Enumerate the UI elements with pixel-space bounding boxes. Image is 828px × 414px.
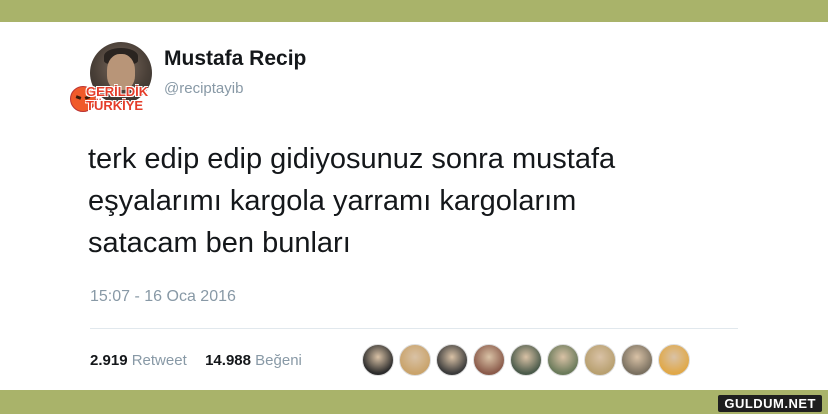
tweet-card: GERİLDİK TÜRKİYE Mustafa Recip @reciptay… <box>0 22 828 390</box>
divider <box>90 328 738 329</box>
tweet-text: terk edip edip gidiyosunuz sonra mustafa… <box>88 138 788 264</box>
liker-avatar[interactable] <box>473 344 505 376</box>
liker-avatar[interactable] <box>436 344 468 376</box>
geridik-turkiye-logo: GERİLDİK TÜRKİYE <box>70 82 170 118</box>
liker-avatar[interactable] <box>510 344 542 376</box>
user-handle[interactable]: @reciptayib <box>164 80 243 97</box>
liker-avatar[interactable] <box>399 344 431 376</box>
retweet-label[interactable]: Retweet <box>132 352 187 369</box>
tweet-line: terk edip edip gidiyosunuz sonra mustafa <box>88 143 616 175</box>
like-label[interactable]: Beğeni <box>255 352 302 369</box>
liker-avatar[interactable] <box>584 344 616 376</box>
logo-line1: GERİLDİK <box>86 84 149 99</box>
liker-avatar[interactable] <box>658 344 690 376</box>
liker-avatar[interactable] <box>362 344 394 376</box>
tweet-stats: 2.919 Retweet 14.988 Beğeni <box>90 352 302 369</box>
tweet-timestamp[interactable]: 15:07 - 16 Oca 2016 <box>90 288 236 306</box>
tweet-line: satacam ben bunları <box>88 227 351 259</box>
tweet-line: eşyalarımı kargola yarramı kargolarım <box>88 185 577 217</box>
logo-line2: TÜRKİYE <box>86 98 144 113</box>
like-count[interactable]: 14.988 <box>205 352 251 369</box>
liker-avatar[interactable] <box>547 344 579 376</box>
liker-avatar[interactable] <box>621 344 653 376</box>
liker-avatars <box>362 344 690 378</box>
user-display-name[interactable]: Mustafa Recip <box>164 47 306 71</box>
site-watermark: GULDUM.NET <box>718 395 822 412</box>
retweet-count[interactable]: 2.919 <box>90 352 128 369</box>
